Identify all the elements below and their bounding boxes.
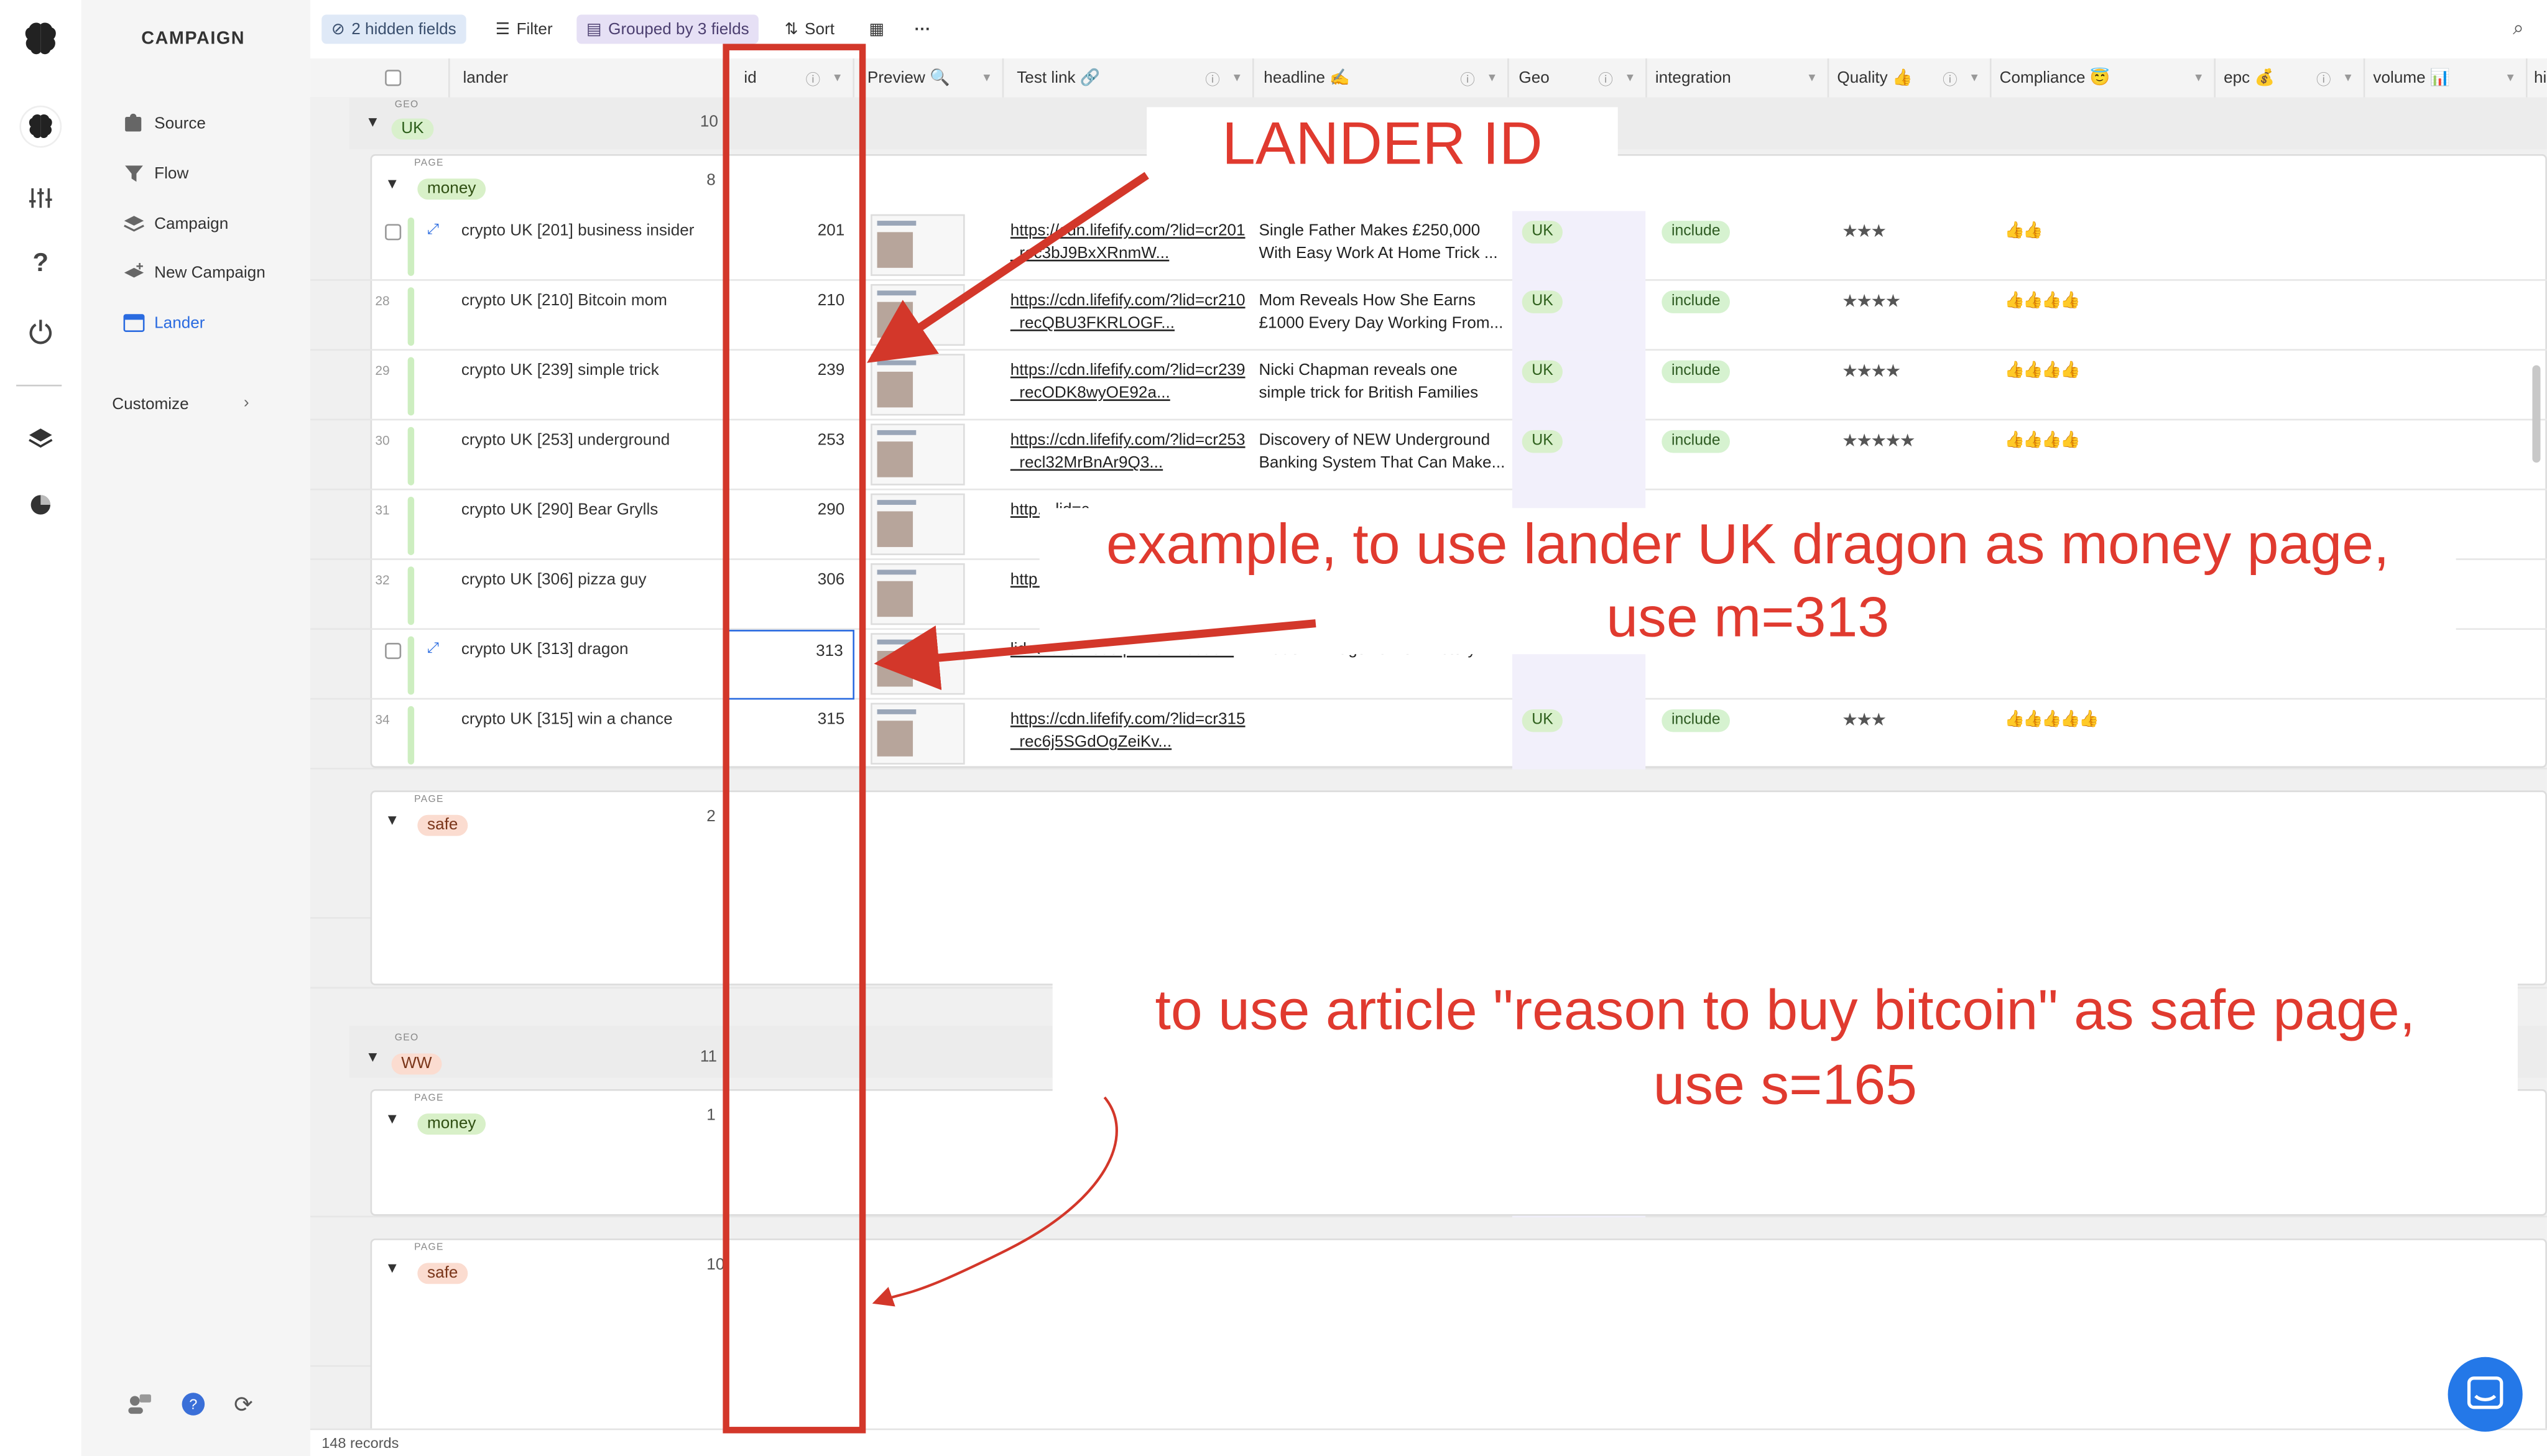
arrow-to-id-column xyxy=(867,172,1149,363)
annotation-arrows xyxy=(867,172,1316,1307)
arrow-to-313 xyxy=(874,619,1316,691)
chat-bubble-icon xyxy=(2467,1376,2503,1409)
arrow-to-165 xyxy=(872,1096,1118,1307)
chat-launcher-button[interactable] xyxy=(2448,1357,2523,1432)
